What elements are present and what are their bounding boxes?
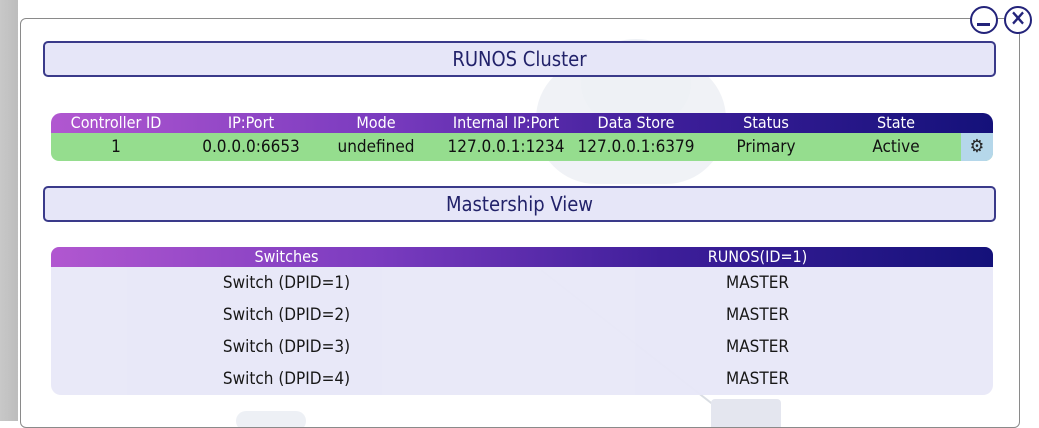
table-row[interactable]: Switch (DPID=4) MASTER [51,363,993,395]
cell-status: Primary [736,137,796,157]
cell-data-store: 127.0.0.1:6379 [577,137,695,157]
gear-icon[interactable]: ⚙ [961,133,993,161]
background-shape [236,411,306,427]
col-mode: Mode [356,113,396,132]
mastership-table: Switches RUNOS(ID=1) Switch (DPID=1) MAS… [51,247,993,395]
col-data-store: Data Store [597,113,675,132]
table-row[interactable]: Switch (DPID=2) MASTER [51,299,993,331]
cell-state: Active [872,137,920,157]
cell-ip-port: 0.0.0.0:6653 [202,137,300,157]
col-internal-ip-port: Internal IP:Port [452,113,560,132]
cell-switch: Switch (DPID=4) [222,369,351,389]
cell-mode: undefined [337,137,415,157]
mastership-table-header: Switches RUNOS(ID=1) [51,247,993,267]
cell-controller-id: 1 [111,137,121,157]
mastership-body: Switch (DPID=1) MASTER Switch (DPID=2) M… [51,267,993,395]
cluster-title: RUNOS Cluster [43,41,996,77]
cell-switch: Switch (DPID=3) [222,337,351,357]
minimize-icon [977,23,990,26]
cell-role: MASTER [726,273,789,293]
cluster-table: Controller ID IP:Port Mode Internal IP:P… [51,113,993,161]
close-button[interactable]: × [1004,6,1032,34]
background-switch-icon [711,399,781,427]
col-status: Status [743,113,789,132]
minimize-button[interactable] [970,6,998,34]
cell-internal-ip-port: 127.0.0.1:1234 [447,137,565,157]
cluster-table-header: Controller ID IP:Port Mode Internal IP:P… [51,113,993,133]
cluster-dialog: RUNOS Cluster Controller ID IP:Port Mode… [20,18,1020,428]
col-controller-id: Controller ID [70,113,162,132]
cell-role: MASTER [726,369,789,389]
close-icon: × [1009,6,1027,31]
table-row[interactable]: Switch (DPID=1) MASTER [51,267,993,299]
cell-switch: Switch (DPID=2) [222,305,351,325]
col-state: State [876,113,916,132]
col-switches: Switches [254,247,319,266]
table-row[interactable]: 1 0.0.0.0:6653 undefined 127.0.0.1:1234 … [51,133,993,161]
cell-switch: Switch (DPID=1) [222,273,351,293]
mastership-title: Mastership View [43,186,996,222]
col-runos-id: RUNOS(ID=1) [707,247,808,266]
table-row[interactable]: Switch (DPID=3) MASTER [51,331,993,363]
col-ip-port: IP:Port [227,113,275,132]
cell-role: MASTER [726,305,789,325]
background-page-strip [0,0,18,421]
cell-role: MASTER [726,337,789,357]
